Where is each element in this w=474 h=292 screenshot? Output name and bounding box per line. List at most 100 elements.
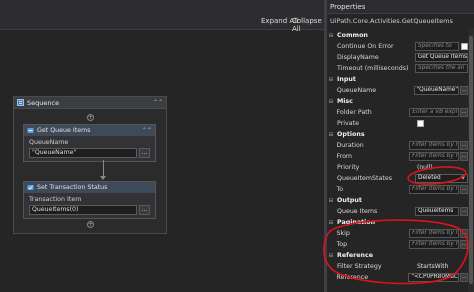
skip-input[interactable]: Filter items by r xyxy=(409,229,459,238)
row-gutter xyxy=(327,85,335,96)
from-input[interactable]: Filter items by r xyxy=(409,152,459,161)
category-name: Output xyxy=(337,197,362,204)
queue-name-label: QueueName xyxy=(29,139,69,146)
add-activity-plus-icon[interactable]: + xyxy=(87,114,94,121)
property-name: From xyxy=(336,153,353,160)
row-gutter xyxy=(327,151,334,162)
continue-on-error-input[interactable]: Specifies to xyxy=(415,42,459,51)
to-browse-button[interactable]: ... xyxy=(460,185,468,194)
property-name: To xyxy=(336,186,344,193)
queue-icon xyxy=(27,128,34,133)
properties-scrollbar[interactable] xyxy=(468,28,474,292)
timeout-milliseconds-input[interactable]: Specifies the an xyxy=(415,64,468,73)
property-row-filter-strategy: Filter Strategy StartsWith xyxy=(327,261,468,272)
top-browse-button[interactable]: ... xyxy=(460,240,468,249)
activity-get-queue-items[interactable]: Get Queue Items ⌃⌃ QueueName "QueueName"… xyxy=(23,124,156,162)
flow-arrow-icon xyxy=(100,176,106,180)
sequence-container[interactable]: Sequence ⌃⌃ + Get Queue Items ⌃⌃ QueueNa… xyxy=(13,96,167,234)
workflow-designer: Expand All Collapse All Sequence ⌃⌃ + Ge… xyxy=(0,0,324,292)
chevron-down-icon[interactable]: ▼ xyxy=(461,175,465,182)
activity-collapse-icon[interactable]: ⌃⌃ xyxy=(142,127,152,134)
transaction-item-input[interactable]: QueueItems(0) xyxy=(29,205,137,215)
category-output[interactable]: ⊟ Output xyxy=(327,195,468,206)
activity-set-transaction-status[interactable]: Set Transaction Status Transaction Item … xyxy=(23,181,156,219)
property-name: Private xyxy=(337,120,359,127)
category-misc[interactable]: ⊟ Misc xyxy=(327,96,468,107)
property-row-priority: Priority (null) xyxy=(327,162,468,173)
sequence-collapse-icon[interactable]: ⌃⌃ xyxy=(153,99,163,106)
duration-input[interactable]: Filter items by r xyxy=(409,141,459,150)
queuename-input[interactable]: "QueueName" xyxy=(413,86,459,95)
folder-path-browse-button[interactable]: ... xyxy=(460,108,468,117)
property-value-cell: Filter items by r... xyxy=(409,240,468,249)
row-gutter xyxy=(327,206,335,217)
queueitemstates-dropdown[interactable]: Deleted ▼ xyxy=(415,174,468,183)
property-value-cell: "QueueName"... xyxy=(413,86,468,95)
reference-browse-button[interactable]: ... xyxy=(460,273,468,282)
category-name: Common xyxy=(337,32,368,39)
category-pagination[interactable]: ⊟ Pagination xyxy=(327,217,468,228)
property-name: Skip xyxy=(336,230,350,237)
activity-header: Get Queue Items ⌃⌃ xyxy=(24,125,155,136)
collapse-minus-icon[interactable]: ⊟ xyxy=(327,96,335,107)
row-gutter xyxy=(327,261,335,272)
transaction-item-browse-button[interactable]: ... xyxy=(139,205,150,215)
category-reference[interactable]: ⊟ Reference xyxy=(327,250,468,261)
folder-path-input[interactable]: Enter a VB expr xyxy=(409,108,459,117)
reference-input[interactable]: "<CP0PR80MBC xyxy=(408,273,459,282)
continue-on-error-checkbox[interactable] xyxy=(461,43,468,50)
property-name: Top xyxy=(336,241,348,248)
properties-title: Properties xyxy=(327,0,474,14)
duration-browse-button[interactable]: ... xyxy=(460,141,468,150)
queuename-browse-button[interactable]: ... xyxy=(460,86,468,95)
priority-value[interactable]: (null) xyxy=(415,164,433,171)
activity-title: Get Queue Items xyxy=(37,127,91,134)
scrollbar-thumb[interactable] xyxy=(469,36,473,284)
property-name: Continue On Error xyxy=(337,43,394,50)
collapse-minus-icon[interactable]: ⊟ xyxy=(327,129,335,140)
collapse-minus-icon[interactable]: ⊟ xyxy=(327,74,335,85)
category-common[interactable]: ⊟ Common xyxy=(327,30,468,41)
property-value-cell: Filter items by r... xyxy=(409,152,468,161)
property-row-continue-on-error: Continue On Error Specifies to xyxy=(327,41,468,52)
filter-strategy-value[interactable]: StartsWith xyxy=(415,263,448,270)
property-row-queueitemstates: QueueItemStates Deleted ▼ xyxy=(327,173,468,184)
queue-name-browse-button[interactable]: ... xyxy=(139,148,150,158)
private-checkbox[interactable] xyxy=(417,120,424,127)
to-input[interactable]: Filter items by r xyxy=(409,185,459,194)
property-name: Duration xyxy=(336,142,364,149)
queue-items-input[interactable]: QueueItems xyxy=(415,207,459,216)
property-value-cell xyxy=(415,120,468,127)
row-gutter xyxy=(327,173,335,184)
activity-header: Set Transaction Status xyxy=(24,182,155,193)
property-name: Priority xyxy=(337,164,360,171)
top-input[interactable]: Filter items by r xyxy=(409,240,459,249)
skip-browse-button[interactable]: ... xyxy=(460,229,468,238)
category-options[interactable]: ⊟ Options xyxy=(327,129,468,140)
collapse-minus-icon[interactable]: ⊟ xyxy=(327,30,335,41)
property-value-cell: "<CP0PR80MBC... xyxy=(408,273,468,282)
property-row-queue-items: Queue Items QueueItems... xyxy=(327,206,468,217)
collapse-minus-icon[interactable]: ⊟ xyxy=(327,195,335,206)
queue-name-input[interactable]: "QueueName" xyxy=(29,148,137,158)
category-input[interactable]: ⊟ Input xyxy=(327,74,468,85)
row-gutter xyxy=(327,228,334,239)
property-value-cell: Filter items by r... xyxy=(409,229,468,238)
property-row-duration: Duration Filter items by r... xyxy=(327,140,468,151)
from-browse-button[interactable]: ... xyxy=(460,152,468,161)
property-value-cell: Get Queue Items xyxy=(414,53,468,62)
property-value-cell: Specifies the an xyxy=(415,64,468,73)
collapse-minus-icon[interactable]: ⊟ xyxy=(327,250,335,261)
row-gutter xyxy=(327,184,334,195)
displayname-input[interactable]: Get Queue Items xyxy=(414,53,468,62)
property-row-to: To Filter items by r... xyxy=(327,184,468,195)
property-row-top: Top Filter items by r... xyxy=(327,239,468,250)
property-row-displayname: DisplayName Get Queue Items xyxy=(327,52,468,63)
collapse-minus-icon[interactable]: ⊟ xyxy=(327,217,335,228)
queue-items-browse-button[interactable]: ... xyxy=(460,207,468,216)
row-gutter xyxy=(327,272,334,283)
transaction-item-label: Transaction Item xyxy=(29,196,82,203)
property-value-cell: (null) xyxy=(415,164,468,171)
add-activity-plus-icon[interactable]: + xyxy=(87,221,94,228)
property-row-reference: Reference "<CP0PR80MBC... xyxy=(327,272,468,283)
